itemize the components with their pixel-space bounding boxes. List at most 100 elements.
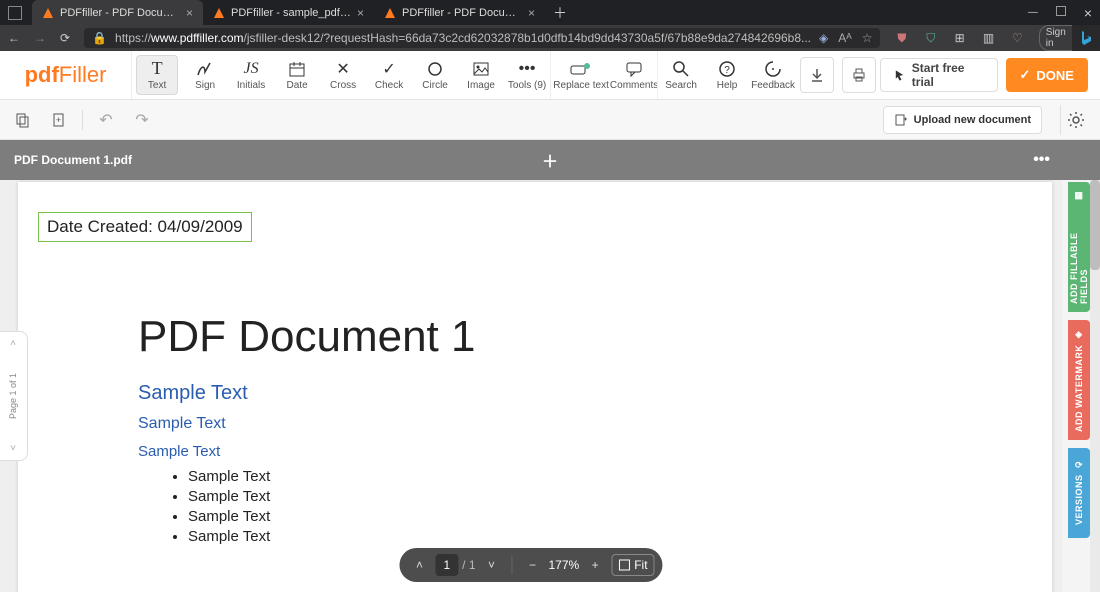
feedback-icon — [764, 60, 782, 78]
tool-initials[interactable]: JS Initials — [228, 51, 274, 99]
close-window-icon[interactable]: × — [1084, 5, 1092, 21]
vertical-scrollbar[interactable] — [1090, 180, 1100, 592]
secondary-toolbar: + ↶ ↷ Upload new document — [0, 100, 1100, 140]
url-field[interactable]: 🔒 https://www.pdffiller.com/jsfiller-des… — [84, 28, 880, 48]
browser-tab-2[interactable]: PDFfiller - PDF Document 1(1).p × — [374, 0, 545, 25]
tool-image[interactable]: Image — [458, 51, 504, 99]
comments-icon — [625, 60, 643, 78]
edit-tool-group: Replace text Comments — [550, 51, 657, 99]
page-total: / 1 — [462, 558, 475, 572]
browser-tab-label: PDFfiller - PDF Document 1.pdf — [60, 7, 180, 19]
doc-bullet-list: Sample Text Sample Text Sample Text Samp… — [188, 468, 992, 545]
tool-help[interactable]: ? Help — [704, 51, 750, 99]
tool-replace-text[interactable]: Replace text — [551, 51, 611, 99]
tool-sign[interactable]: Sign — [182, 51, 228, 99]
close-icon[interactable]: × — [528, 6, 535, 20]
tool-date[interactable]: Date — [274, 51, 320, 99]
page-up-icon[interactable]: ˄ — [407, 553, 431, 577]
back-icon[interactable]: ← — [8, 30, 20, 46]
document-page[interactable]: Date Created: 04/09/2009 PDF Document 1 … — [18, 182, 1052, 592]
versions-tab[interactable]: VERSIONS ⟳ — [1068, 448, 1090, 538]
document-title: PDF Document 1 — [138, 312, 992, 362]
extensions-icon[interactable]: ⊞ — [952, 30, 967, 46]
undo-icon[interactable]: ↶ — [93, 107, 119, 133]
page-down-icon[interactable]: ˅ — [479, 553, 503, 577]
list-item: Sample Text — [188, 468, 992, 485]
tool-check[interactable]: ✓ Check — [366, 51, 412, 99]
upload-icon — [894, 113, 908, 127]
favorite-icon[interactable]: ☆ — [862, 31, 873, 45]
date-tool-icon — [288, 60, 306, 78]
read-aloud-icon[interactable]: Aᴬ — [838, 31, 851, 45]
page-number-input[interactable]: 1 — [435, 554, 458, 576]
tool-cross[interactable]: ✕ Cross — [320, 51, 366, 99]
check-icon: ✓ — [1020, 67, 1031, 83]
prev-page-icon[interactable]: ˄ — [10, 338, 16, 349]
document-tab-more-icon[interactable]: ••• — [1033, 151, 1050, 169]
add-page-icon[interactable]: + — [46, 107, 72, 133]
close-icon[interactable]: × — [357, 6, 364, 20]
tool-text[interactable]: T Text — [136, 55, 178, 95]
pdffiller-favicon — [42, 7, 54, 19]
tool-more-tools[interactable]: ••• Tools (9) — [504, 51, 550, 99]
svg-text:?: ? — [724, 65, 730, 76]
doc-link-1: Sample Text — [138, 382, 992, 405]
new-tab-button[interactable]: ＋ — [553, 3, 567, 23]
next-page-icon[interactable]: ˅ — [10, 443, 16, 454]
annotate-tool-group: T Text Sign JS Initials Date ✕ Cross ✓ C — [131, 51, 550, 99]
upload-new-document-button[interactable]: Upload new document — [883, 106, 1042, 134]
done-button[interactable]: ✓ DONE — [1006, 58, 1088, 92]
browser-tab-label: PDFfiller - sample_pdf(2).pdf — [231, 7, 351, 19]
refresh-icon[interactable]: ⟳ — [60, 30, 70, 46]
circle-tool-icon — [426, 60, 444, 78]
collections-icon[interactable]: ▥ — [981, 30, 996, 46]
add-fillable-fields-tab[interactable]: ADD FILLABLE FIELDS ▦ — [1068, 182, 1090, 312]
start-free-trial-button[interactable]: Start free trial — [880, 58, 998, 92]
green-shield-ext-icon[interactable]: ⛉ — [923, 30, 938, 46]
shield-ext-icon[interactable]: ⛊ — [894, 30, 909, 46]
close-icon[interactable]: × — [186, 6, 193, 20]
bing-sidebar-icon[interactable] — [1072, 25, 1100, 51]
maximize-icon[interactable] — [1056, 6, 1066, 19]
list-item: Sample Text — [188, 528, 992, 545]
pdffiller-logo[interactable]: pdfFiller — [0, 62, 131, 88]
tool-search[interactable]: Search — [658, 51, 704, 99]
pdffiller-favicon — [384, 7, 396, 19]
redo-icon[interactable]: ↷ — [129, 107, 155, 133]
date-created-field[interactable]: Date Created: 04/09/2009 — [38, 212, 252, 242]
document-tab-bar: PDF Document 1.pdf ＋ ••• — [0, 140, 1100, 180]
copy-page-icon[interactable] — [10, 107, 36, 133]
tool-circle[interactable]: Circle — [412, 51, 458, 99]
settings-gear-icon[interactable] — [1060, 105, 1090, 135]
tool-feedback[interactable]: Feedback — [750, 51, 796, 99]
doc-link-2: Sample Text — [138, 415, 992, 433]
fit-button[interactable]: Fit — [611, 554, 654, 576]
print-button[interactable] — [842, 57, 876, 93]
zoom-in-icon[interactable]: + — [583, 553, 607, 577]
heart-ext-icon[interactable]: ♡ — [1010, 30, 1025, 46]
add-watermark-tab[interactable]: ADD WATERMARK ◈ — [1068, 320, 1090, 440]
download-button[interactable] — [800, 57, 834, 93]
canvas-area: Date Created: 04/09/2009 PDF Document 1 … — [0, 180, 1062, 592]
tool-comments[interactable]: Comments — [611, 51, 657, 99]
more-tools-icon: ••• — [519, 60, 536, 78]
minimize-icon[interactable]: — — [1028, 7, 1038, 18]
forward-icon[interactable]: → — [34, 30, 46, 46]
tab-actions-icon[interactable] — [8, 6, 22, 20]
browser-extensions: ⛊ ⛉ ⊞ ▥ ♡ Sign in ⋯ — [894, 25, 1100, 51]
fit-icon — [618, 559, 630, 571]
lock-icon: 🔒 — [92, 31, 107, 45]
pointer-icon — [893, 68, 906, 82]
right-rail: ADD FILLABLE FIELDS ▦ ADD WATERMARK ◈ VE… — [1072, 180, 1100, 592]
browser-tab-0[interactable]: PDFfiller - PDF Document 1.pdf × — [32, 0, 203, 25]
zoom-out-icon[interactable]: − — [520, 553, 544, 577]
add-document-tab-icon[interactable]: ＋ — [542, 148, 558, 172]
page-navigator: ˄ Page 1 of 1 ˅ — [0, 331, 28, 461]
tab-well: PDFfiller - PDF Document 1.pdf × PDFfill… — [0, 0, 567, 25]
check-tool-icon: ✓ — [382, 60, 395, 78]
window-controls: — × — [1028, 0, 1100, 25]
scrollbar-thumb[interactable] — [1090, 180, 1100, 270]
tag-icon[interactable]: ◈ — [819, 31, 828, 45]
document-filename: PDF Document 1.pdf — [14, 153, 132, 167]
browser-tab-1[interactable]: PDFfiller - sample_pdf(2).pdf × — [203, 0, 374, 25]
